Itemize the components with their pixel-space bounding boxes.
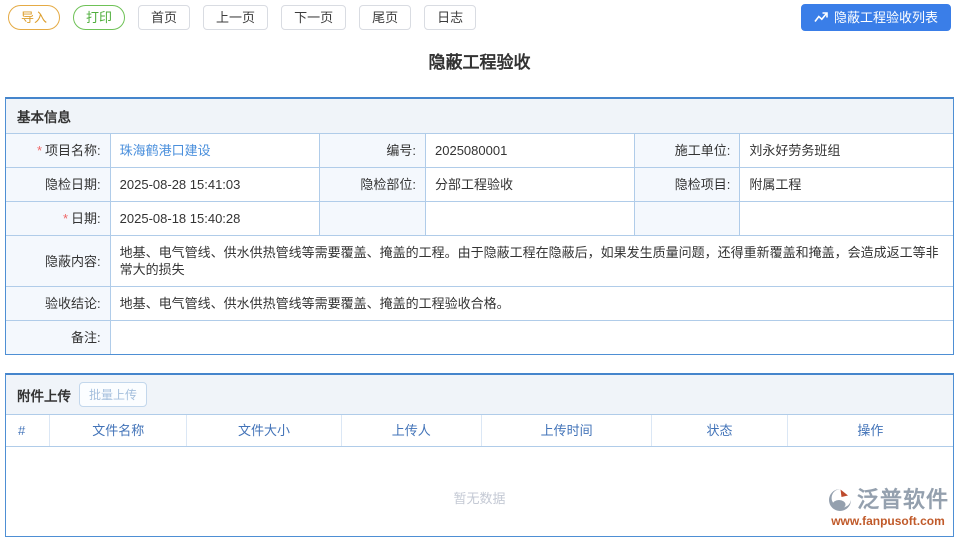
check-date-label-cell: 隐检日期: (5, 167, 111, 202)
column-header-uploader: 上传人 (341, 415, 482, 447)
project-name-value-cell: 珠海鹤港口建设 (109, 133, 320, 168)
attachments-title: 附件上传 (17, 388, 71, 404)
required-mark: * (36, 143, 43, 158)
check-date-value-cell: 2025-08-28 15:41:03 (109, 167, 320, 202)
import-button[interactable]: 导入 (8, 4, 61, 30)
remark-label-cell: 备注: (5, 320, 111, 355)
brand-logo-icon (827, 487, 853, 513)
trend-arrow-icon (814, 11, 828, 23)
next-page-button[interactable]: 下一页 (281, 4, 347, 30)
project-name-link[interactable]: 珠海鹤港口建设 (120, 143, 211, 158)
column-header-actions: 操作 (787, 415, 953, 447)
table-row: * 项目名称: 珠海鹤港口建设 编号: 2025080001 施工单位: 刘永好劳… (5, 133, 954, 168)
brand-row: 泛普软件 (827, 487, 949, 513)
number-label-cell: 编号: (318, 133, 427, 168)
conclusion-label-cell: 验收结论: (5, 286, 111, 321)
first-page-button[interactable]: 首页 (138, 4, 191, 30)
conclusion-value-cell: 地基、电气管线、供水供热管线等需要覆盖、掩盖的工程验收合格。 (109, 286, 954, 321)
basic-info-title: 基本信息 (17, 110, 71, 125)
table-row: 隐蔽内容: 地基、电气管线、供水供热管线等需要覆盖、掩盖的工程。由于隐蔽工程在隐… (5, 235, 954, 287)
batch-upload-button[interactable]: 批量上传 (79, 382, 148, 407)
hidden-content-value-cell: 地基、电气管线、供水供热管线等需要覆盖、掩盖的工程。由于隐蔽工程在隐蔽后，如果发… (109, 235, 954, 287)
project-name-label: 项目名称: (45, 143, 101, 158)
brand-name: 泛普软件 (856, 487, 949, 512)
required-mark: * (62, 211, 69, 226)
column-header-index: # (6, 415, 51, 447)
construction-unit-label-cell: 施工单位: (634, 133, 741, 168)
log-button[interactable]: 日志 (424, 4, 477, 30)
project-name-label-cell: * 项目名称: (5, 133, 111, 168)
check-part-value-cell: 分部工程验收 (424, 167, 636, 202)
basic-info-header: 基本信息 (6, 99, 953, 134)
date-label-cell: * 日期: (5, 201, 111, 236)
print-button[interactable]: 打印 (73, 4, 126, 30)
acceptance-list-button[interactable]: 隐蔽工程验收列表 (800, 3, 951, 31)
remark-value-cell (109, 320, 954, 355)
column-header-status: 状态 (651, 415, 788, 447)
empty-state-text: 暂无数据 (453, 491, 506, 506)
prev-page-button[interactable]: 上一页 (203, 4, 269, 30)
attachments-header-row: # 文件名称 文件大小 上传人 上传时间 状态 操作 (6, 415, 953, 447)
construction-unit-value-cell: 刘永好劳务班组 (739, 133, 954, 168)
hidden-content-label-cell: 隐蔽内容: (5, 235, 111, 287)
table-row: 备注: (5, 320, 954, 355)
check-item-value-cell: 附属工程 (739, 167, 954, 202)
last-page-button[interactable]: 尾页 (359, 4, 412, 30)
table-row: 隐检日期: 2025-08-28 15:41:03 隐检部位: 分部工程验收 隐… (5, 167, 954, 202)
table-row: 验收结论: 地基、电气管线、供水供热管线等需要覆盖、掩盖的工程验收合格。 (5, 286, 954, 321)
attachments-panel: 附件上传 批量上传 # 文件名称 文件大小 上传人 上传时间 状态 操作 暂无数… (5, 373, 954, 537)
basic-info-table: * 项目名称: 珠海鹤港口建设 编号: 2025080001 施工单位: 刘永好劳… (5, 133, 954, 355)
column-header-file-name: 文件名称 (49, 415, 188, 447)
number-value-cell: 2025080001 (424, 133, 636, 168)
attachments-table-header: # 文件名称 文件大小 上传人 上传时间 状态 操作 (6, 415, 953, 447)
empty-value-cell (424, 201, 636, 236)
basic-info-panel: 基本信息 * 项目名称: 珠海鹤港口建设 编号: 2025080001 施工单位:… (5, 97, 954, 355)
page-title: 隐蔽工程验收 (428, 53, 531, 72)
column-header-upload-time: 上传时间 (481, 415, 653, 447)
empty-value-cell (739, 201, 954, 236)
date-label: 日期: (71, 211, 101, 226)
table-row: * 日期: 2025-08-18 15:40:28 (5, 201, 954, 236)
brand-watermark: 泛普软件 www.fanpusoft.com (827, 487, 949, 528)
toolbar: 导入 打印 首页 上一页 下一页 尾页 日志 隐蔽工程验收列表 (0, 0, 959, 31)
attachments-header: 附件上传 批量上传 (6, 375, 953, 415)
empty-state: 暂无数据 (6, 447, 953, 548)
empty-label-cell (634, 201, 741, 236)
empty-label-cell (318, 201, 427, 236)
column-header-file-size: 文件大小 (186, 415, 342, 447)
brand-url: www.fanpusoft.com (831, 514, 945, 528)
acceptance-list-button-label: 隐蔽工程验收列表 (833, 9, 938, 25)
check-item-label-cell: 隐检项目: (634, 167, 741, 202)
check-part-label-cell: 隐检部位: (318, 167, 427, 202)
date-value-cell: 2025-08-18 15:40:28 (109, 201, 320, 236)
